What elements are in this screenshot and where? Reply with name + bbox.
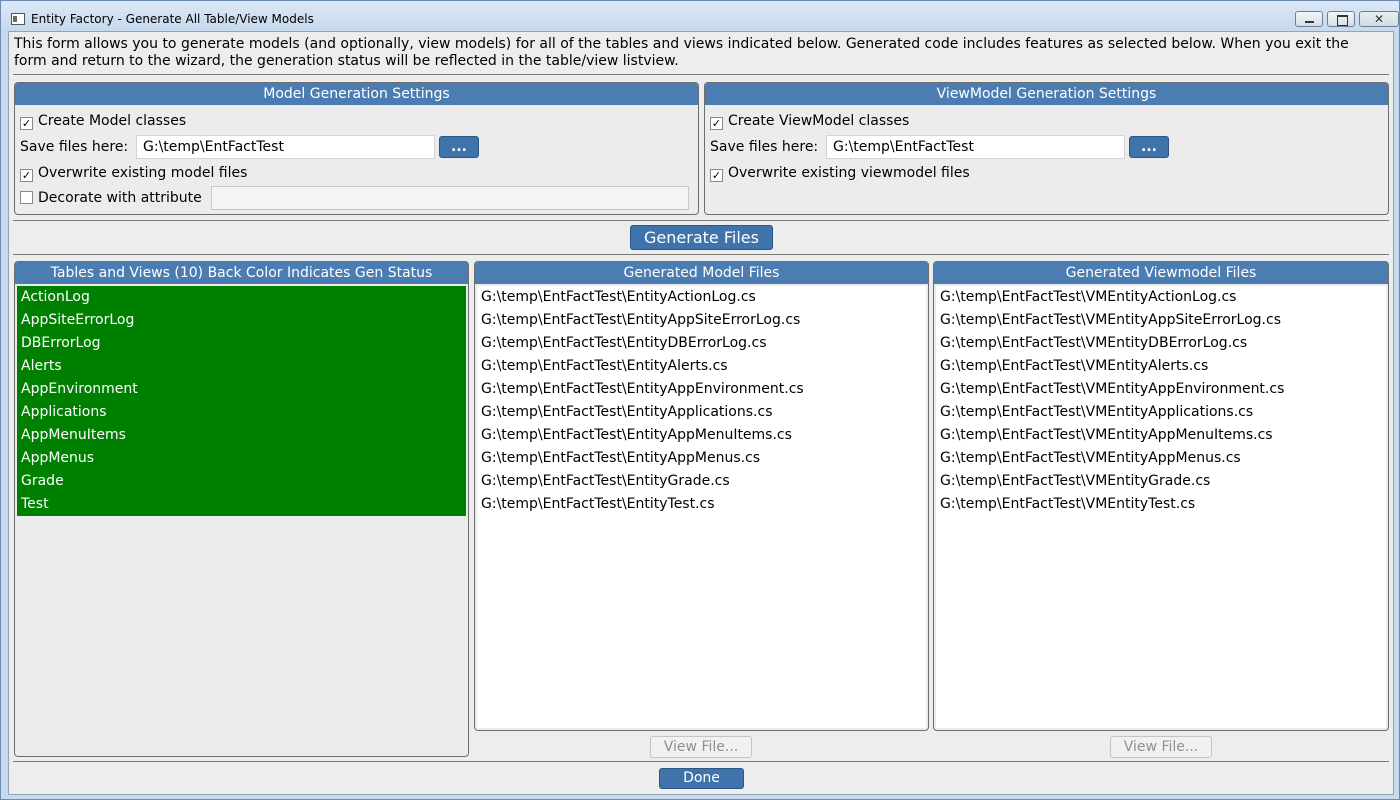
list-item[interactable]: G:\temp\EntFactTest\VMEntityAlerts.cs: [936, 355, 1386, 378]
list-item[interactable]: G:\temp\EntFactTest\EntityActionLog.cs: [477, 286, 926, 309]
divider: [13, 74, 1389, 75]
list-item[interactable]: G:\temp\EntFactTest\VMEntityAppEnvironme…: [936, 378, 1386, 401]
maximize-button[interactable]: [1327, 11, 1355, 27]
viewmodel-save-label: Save files here:: [710, 139, 819, 155]
view-model-file-button[interactable]: View File...: [650, 736, 752, 758]
list-item[interactable]: G:\temp\EntFactTest\EntityAppMenus.cs: [477, 447, 926, 470]
app-icon: [11, 13, 25, 25]
list-item[interactable]: Alerts: [17, 355, 466, 378]
overwrite-viewmodel-row[interactable]: ✓ Overwrite existing viewmodel files: [710, 164, 970, 182]
list-item[interactable]: G:\temp\EntFactTest\EntityAppEnvironment…: [477, 378, 926, 401]
list-item[interactable]: AppSiteErrorLog: [17, 309, 466, 332]
viewmodel-settings-group: ViewModel Generation Settings ✓ Create Vi…: [704, 82, 1389, 215]
generate-files-button[interactable]: Generate Files: [630, 225, 773, 250]
app-window: Entity Factory - Generate All Table/View…: [0, 0, 1400, 800]
minimize-button[interactable]: [1295, 11, 1323, 27]
create-model-label: Create Model classes: [38, 113, 187, 129]
viewmodel-save-path-input[interactable]: G:\temp\EntFactTest: [826, 135, 1125, 159]
form-client-area: This form allows you to generate models …: [8, 31, 1394, 795]
model-files-list[interactable]: G:\temp\EntFactTest\EntityActionLog.cs G:…: [477, 286, 926, 728]
decorate-label: Decorate with attribute: [38, 190, 202, 206]
overwrite-viewmodel-checkbox[interactable]: ✓: [710, 169, 723, 182]
divider: [13, 254, 1389, 255]
window-title: Entity Factory - Generate All Table/View…: [31, 12, 314, 26]
divider: [13, 761, 1389, 762]
decorate-checkbox[interactable]: [20, 191, 33, 204]
viewmodel-files-header: Generated Viewmodel Files: [934, 262, 1388, 284]
done-button[interactable]: Done: [659, 768, 744, 789]
create-viewmodel-label: Create ViewModel classes: [728, 113, 910, 129]
maximize-icon: [1328, 12, 1354, 26]
model-save-label: Save files here:: [20, 139, 129, 155]
form-description: This form allows you to generate models …: [14, 36, 1349, 69]
decorate-attribute-input[interactable]: [211, 186, 689, 210]
tables-views-list[interactable]: ActionLog AppSiteErrorLog DBErrorLog Alerts…: [17, 286, 466, 754]
list-item[interactable]: G:\temp\EntFactTest\EntityDBErrorLog.cs: [477, 332, 926, 355]
viewmodel-files-panel: Generated Viewmodel Files G:\temp\EntFac…: [933, 261, 1389, 731]
list-item[interactable]: G:\temp\EntFactTest\VMEntityApplications…: [936, 401, 1386, 424]
viewmodel-files-list[interactable]: G:\temp\EntFactTest\VMEntityActionLog.cs…: [936, 286, 1386, 728]
list-item[interactable]: G:\temp\EntFactTest\VMEntityAppSiteError…: [936, 309, 1386, 332]
list-item[interactable]: ActionLog: [17, 286, 466, 309]
create-model-row[interactable]: ✓ Create Model classes: [20, 112, 186, 130]
list-item[interactable]: DBErrorLog: [17, 332, 466, 355]
list-item[interactable]: Grade: [17, 470, 466, 493]
list-item[interactable]: AppMenuItems: [17, 424, 466, 447]
model-save-path-input[interactable]: G:\temp\EntFactTest: [136, 135, 435, 159]
list-item[interactable]: G:\temp\EntFactTest\VMEntityAppMenus.cs: [936, 447, 1386, 470]
list-item[interactable]: G:\temp\EntFactTest\EntityAppMenuItems.c…: [477, 424, 926, 447]
list-item[interactable]: G:\temp\EntFactTest\EntityTest.cs: [477, 493, 926, 516]
list-item[interactable]: AppMenus: [17, 447, 466, 470]
list-item[interactable]: Test: [17, 493, 466, 516]
model-settings-group: Model Generation Settings ✓ Create Model …: [14, 82, 699, 215]
list-item[interactable]: G:\temp\EntFactTest\VMEntityDBErrorLog.c…: [936, 332, 1386, 355]
list-item[interactable]: AppEnvironment: [17, 378, 466, 401]
model-browse-button[interactable]: ...: [439, 136, 479, 158]
create-model-checkbox[interactable]: ✓: [20, 117, 33, 130]
list-item[interactable]: G:\temp\EntFactTest\EntityGrade.cs: [477, 470, 926, 493]
list-item[interactable]: G:\temp\EntFactTest\EntityAppSiteErrorLo…: [477, 309, 926, 332]
list-item[interactable]: G:\temp\EntFactTest\VMEntityAppMenuItems…: [936, 424, 1386, 447]
viewmodel-settings-header: ViewModel Generation Settings: [705, 83, 1388, 105]
model-files-panel: Generated Model Files G:\temp\EntFactTes…: [474, 261, 929, 731]
list-item[interactable]: G:\temp\EntFactTest\VMEntityTest.cs: [936, 493, 1386, 516]
list-item[interactable]: Applications: [17, 401, 466, 424]
create-viewmodel-checkbox[interactable]: ✓: [710, 117, 723, 130]
close-icon: ✕: [1373, 12, 1385, 26]
model-files-header: Generated Model Files: [475, 262, 928, 284]
minimize-icon: [1296, 12, 1322, 26]
list-item[interactable]: G:\temp\EntFactTest\EntityApplications.c…: [477, 401, 926, 424]
close-button[interactable]: ✕: [1359, 11, 1399, 27]
decorate-row[interactable]: Decorate with attribute: [20, 189, 202, 207]
overwrite-model-label: Overwrite existing model files: [38, 165, 248, 181]
tables-views-panel: Tables and Views (10) Back Color Indicat…: [14, 261, 469, 757]
view-viewmodel-file-button[interactable]: View File...: [1110, 736, 1212, 758]
tables-views-header: Tables and Views (10) Back Color Indicat…: [15, 262, 468, 284]
overwrite-model-checkbox[interactable]: ✓: [20, 169, 33, 182]
viewmodel-browse-button[interactable]: ...: [1129, 136, 1169, 158]
create-viewmodel-row[interactable]: ✓ Create ViewModel classes: [710, 112, 909, 130]
model-settings-header: Model Generation Settings: [15, 83, 698, 105]
overwrite-viewmodel-label: Overwrite existing viewmodel files: [728, 165, 970, 181]
list-item[interactable]: G:\temp\EntFactTest\VMEntityGrade.cs: [936, 470, 1386, 493]
divider: [13, 220, 1389, 221]
list-item[interactable]: G:\temp\EntFactTest\EntityAlerts.cs: [477, 355, 926, 378]
list-item[interactable]: G:\temp\EntFactTest\VMEntityActionLog.cs: [936, 286, 1386, 309]
overwrite-model-row[interactable]: ✓ Overwrite existing model files: [20, 164, 247, 182]
